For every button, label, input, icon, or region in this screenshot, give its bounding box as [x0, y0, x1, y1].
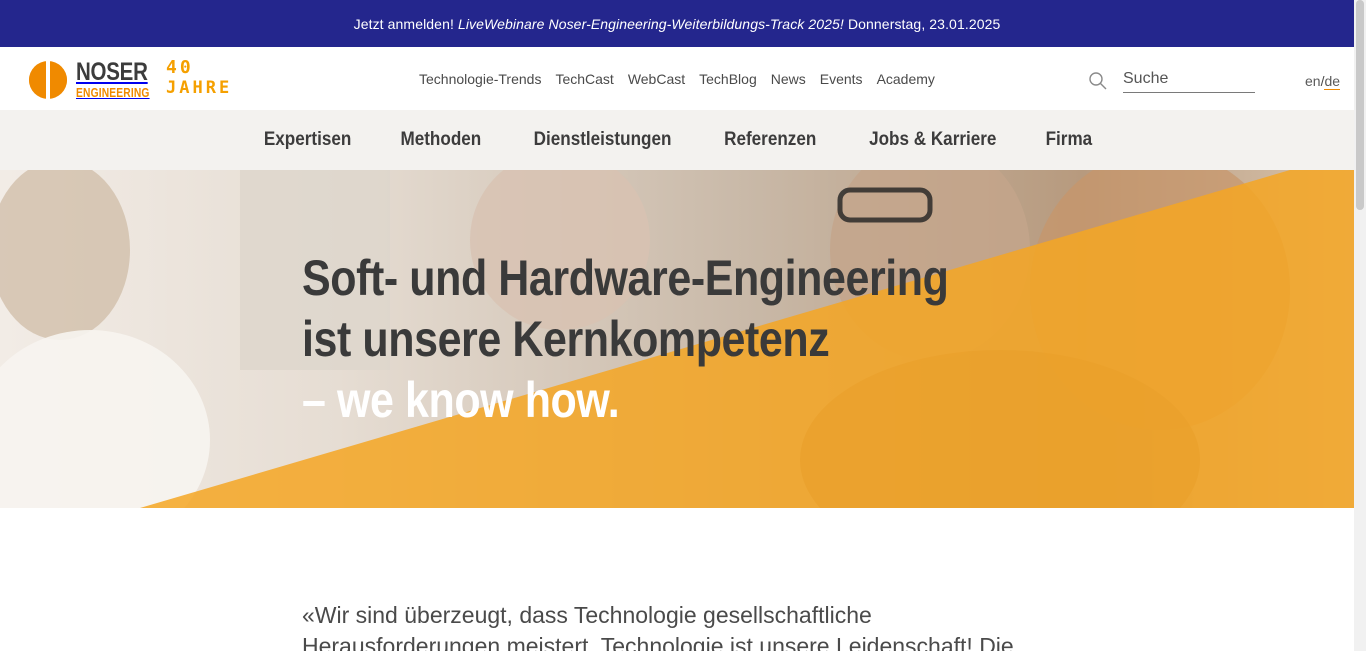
- announcement-webinar-title[interactable]: LiveWebinare Noser-Engineering-Weiterbil…: [458, 16, 844, 32]
- mainnav-item-firma[interactable]: Firma: [1046, 129, 1093, 151]
- hero-headline-line2: ist unsere Kernkompetenz: [302, 311, 830, 367]
- top-header: NOSER ENGINEERING 40 JAHRE Technologie-T…: [0, 47, 1354, 110]
- topnav-item-academy[interactable]: Academy: [877, 71, 935, 87]
- topnav-item-webcast[interactable]: WebCast: [628, 71, 685, 87]
- announcement-prefix[interactable]: Jetzt anmelden!: [354, 16, 454, 32]
- top-navigation: Technologie-Trends TechCast WebCast Tech…: [412, 47, 942, 110]
- anniversary-badge: 40 JAHRE: [166, 59, 232, 97]
- noser-logo-icon: [28, 60, 68, 100]
- mainnav-item-jobs-karriere[interactable]: Jobs & Karriere: [869, 129, 996, 151]
- language-en-link[interactable]: en: [1305, 73, 1321, 89]
- main-navigation: Expertisen Methoden Dienstleistungen Ref…: [0, 110, 1354, 170]
- topnav-item-events[interactable]: Events: [820, 71, 863, 87]
- search-icon[interactable]: [1088, 71, 1108, 91]
- anniversary-number: 40: [166, 57, 194, 78]
- mainnav-item-expertisen[interactable]: Expertisen: [264, 129, 351, 151]
- topnav-item-techcast[interactable]: TechCast: [555, 71, 613, 87]
- mainnav-item-methoden[interactable]: Methoden: [401, 129, 482, 151]
- hero-headline-line3: – we know how.: [302, 372, 620, 428]
- topnav-item-techblog[interactable]: TechBlog: [699, 71, 757, 87]
- topnav-item-news[interactable]: News: [771, 71, 806, 87]
- topnav-item-technologie-trends[interactable]: Technologie-Trends: [419, 71, 541, 87]
- intro-quote: «Wir sind überzeugt, dass Technologie ge…: [302, 602, 1014, 651]
- logo-sub-text: ENGINEERING: [76, 86, 150, 101]
- noser-engineering-logo[interactable]: NOSER ENGINEERING 40 JAHRE: [28, 59, 248, 101]
- logo-brand-text: NOSER: [76, 58, 148, 87]
- hero-headline-line1: Soft- und Hardware-Engineering: [302, 250, 949, 306]
- language-de-link[interactable]: de: [1324, 73, 1341, 90]
- hero-banner: Soft- und Hardware-Engineering ist unser…: [0, 170, 1354, 508]
- scrollbar-thumb[interactable]: [1356, 0, 1364, 210]
- mainnav-item-referenzen[interactable]: Referenzen: [724, 129, 816, 151]
- hero-headline: Soft- und Hardware-Engineering ist unser…: [302, 248, 1054, 431]
- language-switcher: en/de: [1305, 73, 1341, 90]
- announcement-bar[interactable]: Jetzt anmelden! LiveWebinare Noser-Engin…: [0, 0, 1354, 47]
- anniversary-word: JAHRE: [166, 78, 233, 98]
- search-box: [1088, 65, 1256, 95]
- search-input[interactable]: [1123, 65, 1255, 93]
- mainnav-item-dienstleistungen[interactable]: Dienstleistungen: [534, 129, 672, 151]
- announcement-date: Donnerstag, 23.01.2025: [847, 15, 1001, 32]
- page-scrollbar[interactable]: [1354, 0, 1366, 651]
